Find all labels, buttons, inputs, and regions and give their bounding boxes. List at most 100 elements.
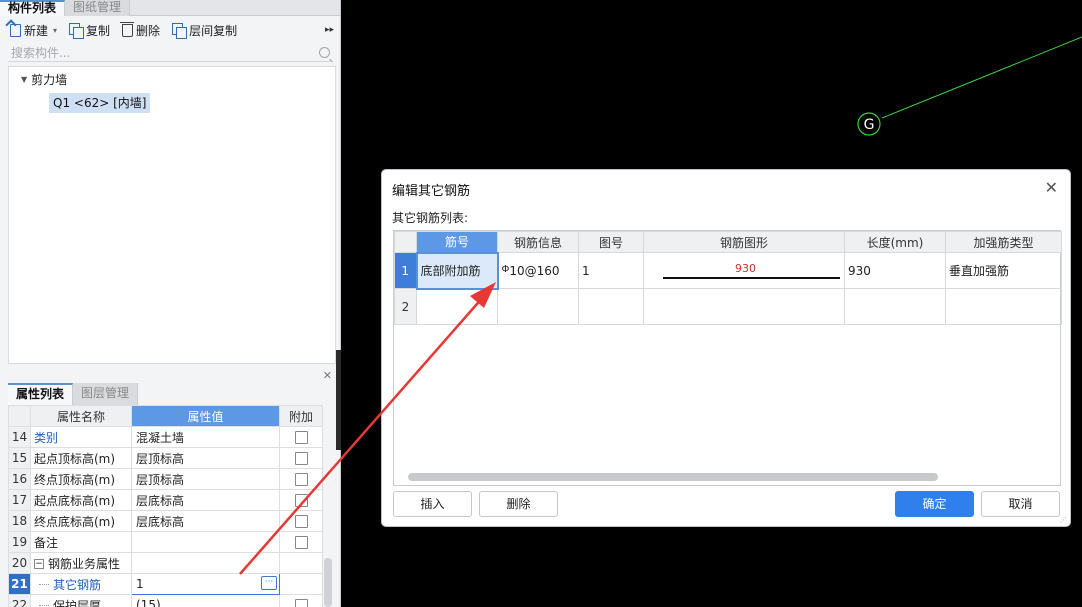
figure-no-cell[interactable]: 1: [578, 252, 644, 289]
insert-button[interactable]: 插入: [393, 491, 472, 517]
more-options-button[interactable]: ···: [261, 576, 277, 590]
table-row[interactable]: 22 保护层厚 (15): [8, 594, 323, 607]
tab-component-list[interactable]: 构件列表: [0, 0, 66, 16]
expand-triangle-icon[interactable]: ▼: [21, 75, 27, 84]
other-rebar-value: 1: [136, 577, 144, 591]
property-scrollbar[interactable]: [324, 558, 332, 607]
tab-drawing-management[interactable]: 图纸管理: [65, 0, 131, 16]
component-list-pane: 构件列表 图纸管理 新建 ▾ 复制 删除 层间复制 ▸▸ 搜索构件... ▼ 剪…: [0, 0, 341, 368]
cancel-button[interactable]: 取消: [981, 491, 1060, 517]
table-row[interactable]: 17 起点底标高(m) 层底标高: [8, 489, 323, 511]
row-number: 20: [8, 552, 31, 574]
tree-item-selected[interactable]: Q1 <62> [内墙]: [49, 93, 151, 113]
figure-no-cell[interactable]: [578, 288, 644, 325]
bar-info-value: 10@160: [509, 263, 560, 278]
scrollbar-thumb[interactable]: [408, 473, 938, 481]
component-tree: ▼ 剪力墙 Q1 <62> [内墙]: [8, 66, 336, 364]
property-value[interactable]: 层底标高: [131, 489, 280, 511]
copy-icon: [69, 23, 85, 39]
table-row[interactable]: 14 类别 混凝土墙: [8, 426, 323, 448]
additional-checkbox[interactable]: [294, 599, 308, 607]
bar-shape: 930: [647, 254, 844, 288]
row-number: 18: [8, 510, 31, 532]
additional-checkbox-cell: [279, 489, 323, 511]
table-row[interactable]: 18 终点底标高(m) 层底标高: [8, 510, 323, 532]
additional-checkbox[interactable]: [294, 431, 308, 444]
rebar-header-row: 筋号 钢筋信息 图号 钢筋图形 长度(mm) 加强筋类型: [394, 231, 1062, 253]
bar-shape-length[interactable]: 930: [647, 262, 844, 275]
table-row[interactable]: 2: [394, 288, 1062, 325]
property-value[interactable]: (15): [131, 594, 280, 607]
bar-shape-cell[interactable]: [643, 288, 845, 325]
reinforce-type-cell[interactable]: 垂直加强筋: [945, 252, 1062, 289]
additional-checkbox-cell: [279, 510, 323, 532]
table-row-group[interactable]: 20 − 钢筋业务属性: [8, 552, 323, 574]
header-length: 长度(mm): [844, 231, 946, 253]
component-toolbar: 新建 ▾ 复制 删除 层间复制 ▸▸: [0, 16, 340, 44]
close-icon[interactable]: ✕: [1045, 178, 1058, 197]
delete-button[interactable]: 删除: [120, 22, 161, 39]
additional-checkbox[interactable]: [294, 515, 308, 528]
bar-no-cell[interactable]: 底部附加筋: [415, 251, 499, 290]
additional-cell: [279, 573, 323, 595]
delete-button-label: 删除: [136, 23, 161, 38]
axis-label: G: [864, 117, 875, 133]
row-number: 17: [8, 489, 31, 511]
property-value[interactable]: 层顶标高: [131, 468, 280, 490]
tab-property-list[interactable]: 属性列表: [8, 383, 74, 405]
length-cell[interactable]: [844, 288, 946, 325]
additional-checkbox[interactable]: [294, 473, 308, 486]
close-icon[interactable]: ✕: [323, 369, 332, 382]
bar-shape-cell[interactable]: 930: [643, 252, 845, 289]
tab-layer-management[interactable]: 图层管理: [73, 383, 139, 405]
collapse-icon[interactable]: −: [34, 559, 44, 569]
edit-other-rebar-dialog: 编辑其它钢筋 ✕ 其它钢筋列表: 筋号 钢筋信息 图号 钢筋图形 长度(mm) …: [381, 169, 1071, 527]
search-input[interactable]: [8, 45, 319, 60]
property-value[interactable]: 层底标高: [131, 510, 280, 532]
additional-checkbox-cell: [279, 531, 323, 553]
copy-button[interactable]: 复制: [69, 22, 110, 39]
resize-grip-icon[interactable]: ⋰: [1060, 516, 1068, 524]
new-button-label: 新建: [24, 23, 49, 38]
property-value[interactable]: 混凝土墙: [131, 426, 280, 448]
new-icon: [10, 23, 21, 37]
bar-shape-line: [663, 276, 840, 279]
floor-copy-button[interactable]: 层间复制: [172, 22, 237, 39]
property-name: 其它钢筋: [30, 573, 132, 595]
chevron-down-icon[interactable]: ▾: [53, 26, 57, 35]
property-value[interactable]: [131, 531, 280, 553]
additional-checkbox[interactable]: [294, 452, 308, 465]
component-search: [8, 44, 332, 62]
ok-button[interactable]: 确定: [895, 491, 974, 517]
table-row[interactable]: 16 终点顶标高(m) 层顶标高: [8, 468, 323, 490]
additional-checkbox-cell: [279, 594, 323, 607]
table-row[interactable]: 15 起点顶标高(m) 层顶标高: [8, 447, 323, 469]
bar-no-cell[interactable]: [416, 288, 498, 325]
rebar-grid: 筋号 钢筋信息 图号 钢筋图形 长度(mm) 加强筋类型 1 底部附加筋 Φ10…: [393, 230, 1062, 486]
bar-info-cell[interactable]: Φ10@160: [497, 252, 579, 289]
delete-row-button[interactable]: 删除: [479, 491, 558, 517]
table-row[interactable]: 19 备注: [8, 531, 323, 553]
length-cell[interactable]: 930: [844, 252, 946, 289]
dialog-title: 编辑其它钢筋: [392, 184, 471, 199]
header-bar-no: 筋号: [416, 231, 498, 253]
new-button[interactable]: 新建 ▾: [10, 22, 57, 39]
reinforce-type-cell[interactable]: [945, 288, 1062, 325]
additional-checkbox-cell: [279, 447, 323, 469]
other-rebar-value-field[interactable]: 1 ···: [131, 573, 280, 595]
row-number: 19: [8, 531, 31, 553]
table-row-selected[interactable]: 21 其它钢筋 1 ···: [8, 573, 323, 595]
table-row-selected[interactable]: 1 底部附加筋 Φ10@160 1 930 930 垂直加强筋: [394, 251, 1062, 290]
horizontal-scrollbar[interactable]: [408, 473, 1048, 481]
property-value[interactable]: 层顶标高: [131, 447, 280, 469]
toolbar-overflow-icon[interactable]: ▸▸: [325, 25, 334, 35]
floor-copy-icon: [172, 23, 188, 39]
tree-node-shear-wall[interactable]: ▼ 剪力墙: [21, 71, 67, 88]
property-name: 终点底标高(m): [30, 510, 132, 532]
header-bar-shape: 钢筋图形: [643, 231, 845, 253]
additional-checkbox[interactable]: [294, 494, 308, 507]
additional-checkbox[interactable]: [294, 536, 308, 549]
bar-info-cell[interactable]: [497, 288, 579, 325]
tree-node-label: 剪力墙: [31, 73, 68, 87]
search-icon[interactable]: [319, 47, 330, 58]
